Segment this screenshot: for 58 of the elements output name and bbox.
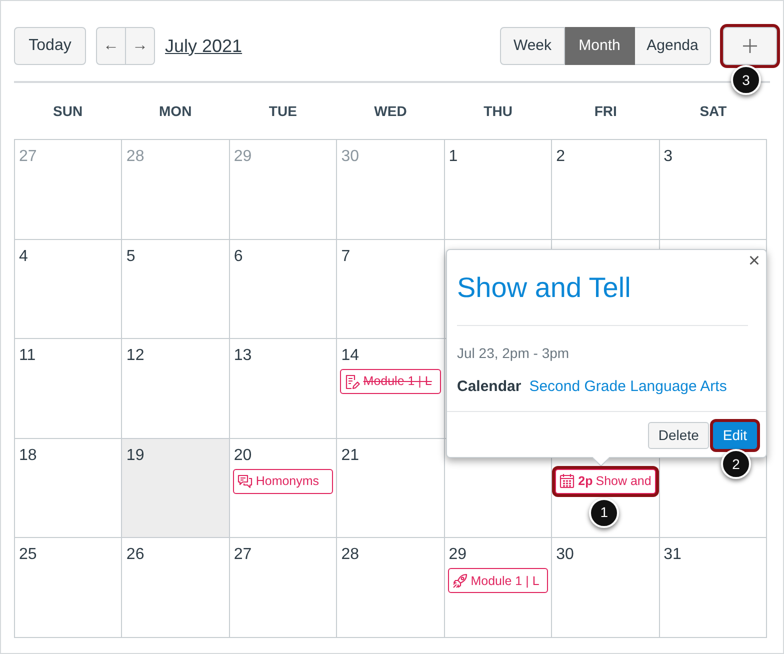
weekday-label: MON <box>159 102 192 120</box>
calendar-label: Calendar <box>457 376 522 397</box>
day-number: 19 <box>126 446 144 464</box>
calendar-event[interactable]: Module 1 | L <box>340 369 441 394</box>
day-number: 21 <box>341 446 360 464</box>
day-number: 7 <box>341 248 350 265</box>
add-event-button[interactable] <box>723 27 777 65</box>
day-number: 30 <box>556 546 574 564</box>
close-button[interactable]: × <box>748 250 760 272</box>
day-number: 4 <box>19 248 28 265</box>
calendar-event[interactable]: Module 1 | L <box>448 568 548 594</box>
weekday-label: WED <box>374 102 407 120</box>
day-number: 27 <box>19 148 37 165</box>
view-tab[interactable]: Month <box>565 27 635 65</box>
calendar-link[interactable]: Second Grade Language Arts <box>529 376 727 398</box>
event-time: Jul 23, 2pm - 3pm <box>457 344 570 363</box>
rocket-icon <box>452 572 468 589</box>
day-number: 5 <box>126 248 136 265</box>
day-number: 6 <box>234 248 243 265</box>
day-number: 28 <box>341 546 360 564</box>
calendar-icon <box>559 473 576 490</box>
calendar-event[interactable]: Homonyms <box>232 468 334 494</box>
view-tab[interactable]: Agenda <box>635 27 711 65</box>
day-number: 18 <box>19 446 37 464</box>
secondary-button[interactable]: Delete <box>648 422 709 449</box>
day-number: 29 <box>448 546 466 564</box>
month-title-link[interactable]: July 2021 <box>165 32 242 60</box>
view-tab[interactable]: Week <box>500 27 565 65</box>
day-number: 1 <box>448 148 458 165</box>
day-number: 31 <box>664 546 682 564</box>
day-number: 13 <box>234 347 252 364</box>
day-number: 11 <box>19 347 36 364</box>
calendar-event[interactable]: 2p Show and <box>555 468 656 494</box>
weekday-label: SAT <box>700 102 727 120</box>
day-number: 26 <box>126 546 144 564</box>
speech-bubbles-icon <box>236 473 253 490</box>
callout-badge: 1 <box>589 498 620 528</box>
today-button[interactable]: Today <box>14 27 86 65</box>
day-number: 2 <box>556 148 566 165</box>
weekday-label: SUN <box>53 102 83 120</box>
primary-button[interactable]: Edit <box>712 422 757 449</box>
callout-badge: 3 <box>731 65 761 95</box>
previous-button[interactable]: ← <box>96 27 126 65</box>
plus-icon <box>743 39 757 53</box>
day-number: 12 <box>126 347 144 364</box>
day-number: 27 <box>234 546 252 564</box>
day-number: 14 <box>341 347 360 364</box>
day-number: 25 <box>19 546 37 564</box>
next-button[interactable]: → <box>126 27 155 65</box>
day-number: 20 <box>234 446 252 464</box>
weekday-label: THU <box>484 102 512 120</box>
day-number: 29 <box>234 148 252 165</box>
weekday-label: FRI <box>594 102 617 120</box>
document-pencil-icon <box>344 374 360 390</box>
weekday-label: TUE <box>268 102 297 120</box>
day-number: 30 <box>341 148 360 165</box>
day-number: 28 <box>126 148 144 165</box>
day-number: 3 <box>664 148 672 165</box>
